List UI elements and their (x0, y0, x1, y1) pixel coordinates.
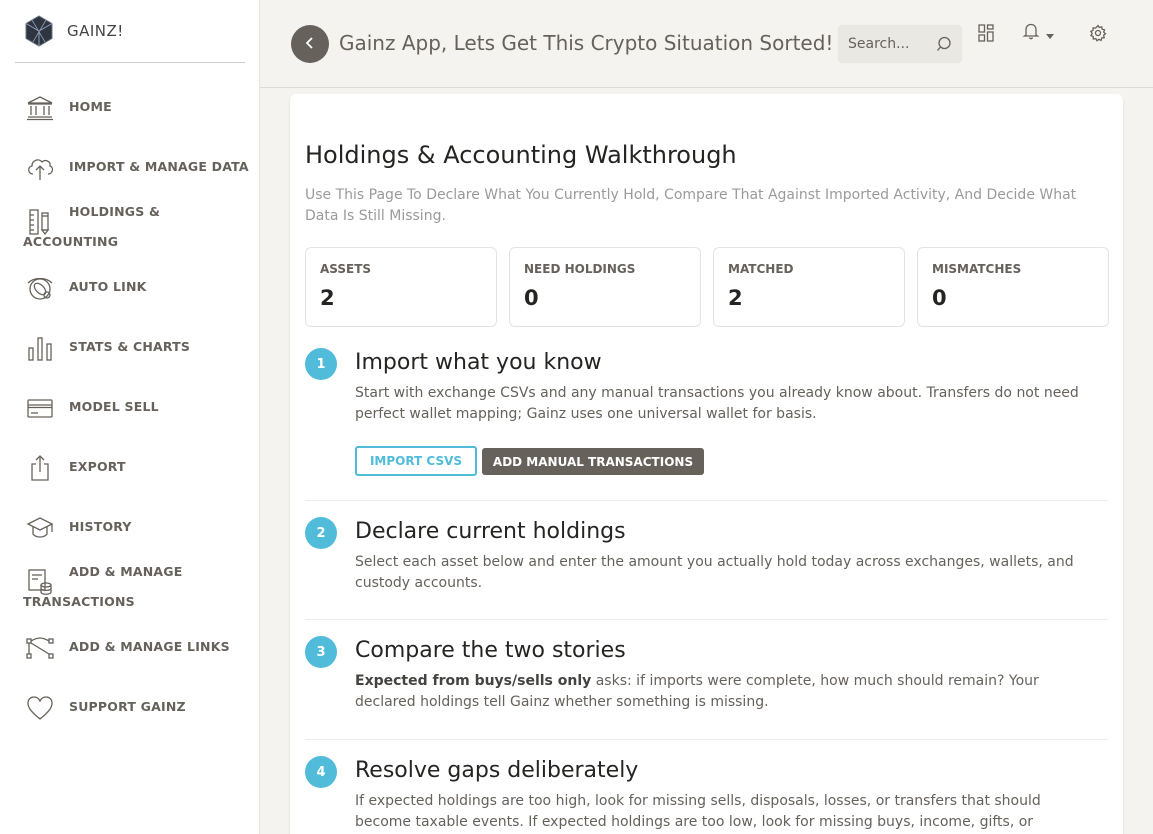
stat-assets: ASSETS 2 (305, 247, 497, 327)
sidebar-item-stats[interactable]: STATS & CHARTS (0, 317, 260, 377)
sidebar-item-links[interactable]: ADD & MANAGE LINKS (0, 617, 260, 677)
graduation-cap-icon (26, 515, 54, 541)
step-number: 2 (305, 517, 337, 549)
stat-need-holdings: NEED HOLDINGS 0 (509, 247, 701, 327)
search-box (838, 25, 962, 63)
ruler-pencil-icon (26, 209, 54, 235)
divider (305, 619, 1108, 620)
sidebar-item-holdings[interactable]: HOLDINGS & ACCOUNTING (0, 197, 260, 257)
search-input[interactable] (838, 25, 930, 63)
stat-label: ASSETS (320, 262, 372, 276)
import-csvs-button[interactable]: IMPORT CSVS (355, 446, 477, 476)
step-text-bold: Expected from buys/sells only (355, 673, 592, 689)
sidebar-item-model-sell[interactable]: MODEL SELL (0, 377, 260, 437)
logo-icon (23, 15, 55, 47)
step-title: Declare current holdings (355, 519, 626, 544)
notifications-dropdown[interactable] (1022, 22, 1062, 44)
sidebar-item-import[interactable]: IMPORT & MANAGE DATA (0, 137, 260, 197)
page-title: Gainz App, Lets Get This Crypto Situatio… (339, 31, 834, 55)
transactions-icon (26, 569, 54, 595)
stat-value: 0 (524, 286, 539, 310)
brand[interactable]: GAINZ! (15, 0, 245, 63)
step-title: Resolve gaps deliberately (355, 758, 639, 783)
satellite-icon (26, 275, 54, 301)
card-title: Holdings & Accounting Walkthrough (305, 141, 737, 169)
bank-icon (26, 95, 54, 121)
step-number: 3 (305, 636, 337, 668)
top-navbar: Gainz App, Lets Get This Crypto Situatio… (260, 0, 1153, 88)
sidebar-item-label: EXPORT (69, 459, 126, 474)
cloud-upload-icon (26, 155, 54, 181)
share-icon (26, 455, 54, 481)
step-text: If expected holdings are too high, look … (355, 793, 1041, 830)
layout-icon[interactable] (975, 22, 997, 44)
settings-gear-icon[interactable] (1087, 22, 1109, 44)
sidebar-item-label: ADD & MANAGE LINKS (69, 639, 230, 654)
stat-label: MISMATCHES (932, 262, 1022, 276)
add-manual-transactions-button[interactable]: ADD MANUAL TRANSACTIONS (482, 448, 704, 475)
step-text: Expected from buys/sells only asks: if i… (355, 671, 1100, 713)
step-number: 1 (305, 348, 337, 380)
step-text: Select each asset below and enter the am… (355, 554, 1074, 591)
sidebar-item-label: HISTORY (69, 519, 132, 534)
chevron-left-icon (303, 35, 317, 54)
bar-chart-icon (26, 335, 54, 361)
stat-value: 2 (728, 286, 743, 310)
card-subtitle: Use This Page To Declare What You Curren… (305, 187, 1077, 224)
sidebar-item-support[interactable]: SUPPORT GAINZ (0, 677, 260, 737)
divider (305, 739, 1108, 740)
stat-matched: MATCHED 2 (713, 247, 905, 327)
sidebar-item-auto-link[interactable]: AUTO LINK (0, 257, 260, 317)
bell-icon (1022, 22, 1040, 44)
credit-card-icon (26, 395, 54, 421)
brand-name: GAINZ! (67, 22, 124, 40)
back-button[interactable] (291, 25, 329, 63)
stat-value: 0 (932, 286, 947, 310)
search-icon[interactable] (936, 36, 952, 52)
sidebar: GAINZ! HOME IMPORT & MANAGE DATA HOLDING… (0, 0, 260, 834)
stat-label: NEED HOLDINGS (524, 262, 636, 276)
stat-value: 2 (320, 286, 335, 310)
step-title: Import what you know (355, 350, 602, 375)
step-text: Start with exchange CSVs and any manual … (355, 385, 1079, 422)
sidebar-item-home[interactable]: HOME (0, 77, 260, 137)
sidebar-item-label: MODEL SELL (69, 399, 159, 414)
sidebar-item-label: AUTO LINK (69, 279, 147, 294)
stat-mismatches: MISMATCHES 0 (917, 247, 1109, 327)
sidebar-nav: HOME IMPORT & MANAGE DATA HOLDINGS & ACC… (0, 77, 260, 737)
vector-links-icon (26, 635, 54, 661)
step-number: 4 (305, 756, 337, 788)
divider (305, 500, 1108, 501)
sidebar-item-label: IMPORT & MANAGE DATA (69, 159, 249, 174)
sidebar-item-history[interactable]: HISTORY (0, 497, 260, 557)
caret-down-icon (1046, 24, 1054, 43)
sidebar-item-label: SUPPORT GAINZ (69, 699, 186, 714)
sidebar-item-label: STATS & CHARTS (69, 339, 191, 354)
sidebar-item-transactions[interactable]: ADD & MANAGE TRANSACTIONS (0, 557, 260, 617)
heart-icon (26, 695, 54, 721)
sidebar-item-label: HOME (69, 99, 112, 114)
stat-label: MATCHED (728, 262, 794, 276)
sidebar-item-export[interactable]: EXPORT (0, 437, 260, 497)
walkthrough-card: Holdings & Accounting Walkthrough Use Th… (290, 94, 1123, 834)
step-title: Compare the two stories (355, 638, 626, 663)
